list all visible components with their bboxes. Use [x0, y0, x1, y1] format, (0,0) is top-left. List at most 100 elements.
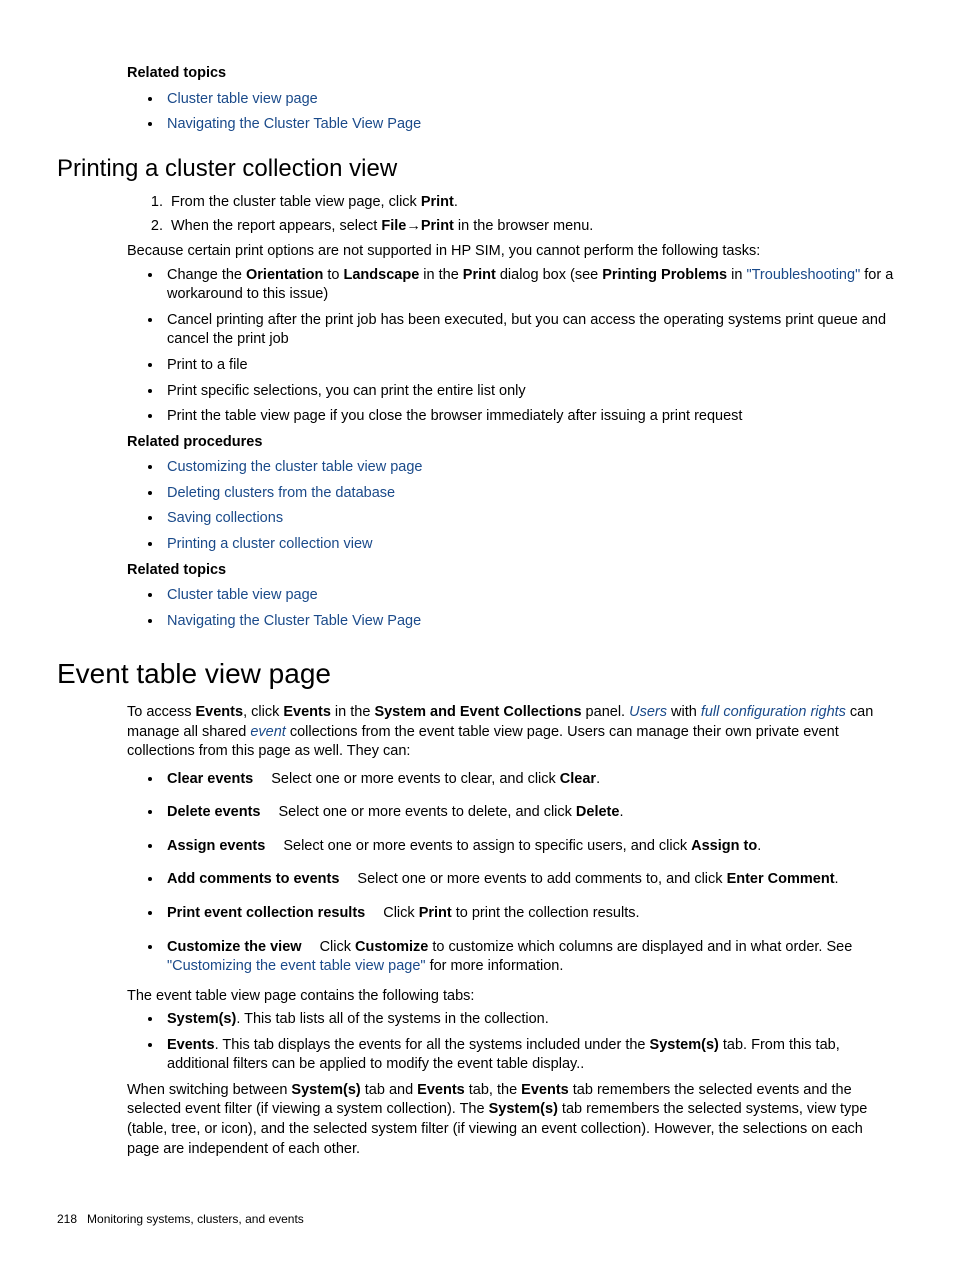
list-item: Change the Orientation to Landscape in t… — [163, 266, 897, 305]
text: to — [323, 267, 343, 283]
list-item: Customize the viewClick Customize to cus… — [163, 938, 897, 977]
link-troubleshooting[interactable]: "Troubleshooting" — [746, 267, 860, 283]
link-navigating-cluster[interactable]: Navigating the Cluster Table View Page — [167, 116, 421, 132]
text: panel. — [582, 704, 630, 720]
link-navigating-cluster[interactable]: Navigating the Cluster Table View Page — [167, 613, 421, 629]
text: to print the collection results. — [452, 905, 640, 921]
related-procedures-heading: Related procedures — [127, 433, 897, 453]
term-event: event — [250, 724, 285, 740]
text: Click — [383, 905, 418, 921]
list-item: Add comments to events Select one or more… — [163, 870, 897, 890]
text: From the cluster table view page, click — [171, 194, 421, 210]
text: in the — [419, 267, 463, 283]
link-cluster-table-view[interactable]: Cluster table view page — [167, 587, 318, 603]
heading-event-table: Event table view page — [57, 655, 897, 693]
term-full-config-rights: full configuration rights — [701, 704, 846, 720]
action-title: Print event collection results — [167, 905, 365, 921]
paragraph: To access Events, click Events in the Sy… — [127, 703, 897, 762]
text-bold: Events — [521, 1082, 569, 1098]
page-footer: 218 Monitoring systems, clusters, and ev… — [57, 1211, 304, 1227]
list-item: Print to a file — [163, 356, 897, 376]
list-item: Saving collections — [163, 509, 897, 529]
chapter-title: Monitoring systems, clusters, and events — [87, 1212, 304, 1226]
text: to customize which columns are displayed… — [428, 939, 852, 955]
link-customizing-event-table[interactable]: "Customizing the event table view page" — [167, 958, 426, 974]
list-item: Assign eventsSelect one or more events t… — [163, 837, 897, 857]
list-item: Events. This tab displays the events for… — [163, 1036, 897, 1075]
text: Select one or more events to clear, and … — [271, 771, 560, 787]
text: Select one or more events to add comment… — [357, 871, 726, 887]
text-bold: System(s) — [291, 1082, 360, 1098]
text-bold: System(s) — [489, 1101, 558, 1117]
text-bold: Landscape — [344, 267, 420, 283]
list-item: Navigating the Cluster Table View Page — [163, 612, 897, 632]
text: . — [619, 804, 623, 820]
text-bold: Events — [167, 1037, 215, 1053]
text: tab, the — [465, 1082, 521, 1098]
list-item: Customizing the cluster table view page — [163, 458, 897, 478]
list-item: Delete events Select one or more events t… — [163, 803, 897, 823]
text-bold: System(s) — [650, 1037, 719, 1053]
page-number: 218 — [57, 1212, 77, 1226]
link-cluster-table-view[interactable]: Cluster table view page — [167, 91, 318, 107]
action-title: Add comments to events — [167, 871, 339, 887]
text-bold: Printing Problems — [602, 267, 727, 283]
list-item: Cancel printing after the print job has … — [163, 311, 897, 350]
text: tab and — [361, 1082, 417, 1098]
heading-printing-cluster: Printing a cluster collection view — [57, 153, 897, 185]
list-item: Deleting clusters from the database — [163, 484, 897, 504]
text-bold: Delete — [576, 804, 620, 820]
text-bold: File — [381, 218, 406, 234]
text: . — [454, 194, 458, 210]
related-topics-heading: Related topics — [127, 561, 897, 581]
list-item: System(s). This tab lists all of the sys… — [163, 1010, 897, 1030]
text: in — [727, 267, 746, 283]
link-customizing-cluster[interactable]: Customizing the cluster table view page — [167, 459, 423, 475]
link-deleting-clusters[interactable]: Deleting clusters from the database — [167, 485, 395, 501]
text: . — [596, 771, 600, 787]
text: . This tab displays the events for all t… — [215, 1037, 650, 1053]
text: Change the — [167, 267, 246, 283]
text: in the browser menu. — [454, 218, 593, 234]
text: , click — [243, 704, 283, 720]
text: dialog box (see — [496, 267, 602, 283]
text: . — [757, 838, 761, 854]
text-bold: Print — [421, 218, 454, 234]
text: Click — [320, 939, 355, 955]
text-bold: Orientation — [246, 267, 323, 283]
arrow-icon: → — [406, 218, 421, 234]
text-bold: System(s) — [167, 1011, 236, 1027]
text: . — [835, 871, 839, 887]
text-bold: Clear — [560, 771, 596, 787]
text: When switching between — [127, 1082, 291, 1098]
paragraph: The event table view page contains the f… — [127, 987, 897, 1007]
text: for more information. — [426, 958, 564, 974]
text: . This tab lists all of the systems in t… — [236, 1011, 548, 1027]
text-bold: Events — [196, 704, 244, 720]
text: When the report appears, select — [171, 218, 381, 234]
list-item: Print specific selections, you can print… — [163, 382, 897, 402]
list-item: Print event collection results Click Prin… — [163, 904, 897, 924]
paragraph: When switching between System(s) tab and… — [127, 1081, 897, 1159]
text-bold: Assign to — [691, 838, 757, 854]
list-item: Navigating the Cluster Table View Page — [163, 115, 897, 135]
action-title: Clear events — [167, 771, 253, 787]
list-item: Cluster table view page — [163, 586, 897, 606]
step-1: From the cluster table view page, click … — [167, 193, 897, 213]
paragraph: Because certain print options are not su… — [127, 242, 897, 262]
text: in the — [331, 704, 375, 720]
list-item: Cluster table view page — [163, 90, 897, 110]
text: To access — [127, 704, 196, 720]
text-bold: Print — [419, 905, 452, 921]
action-title: Assign events — [167, 838, 265, 854]
list-item: Printing a cluster collection view — [163, 535, 897, 555]
text: Select one or more events to delete, and… — [279, 804, 576, 820]
link-saving-collections[interactable]: Saving collections — [167, 510, 283, 526]
term-users: Users — [629, 704, 667, 720]
text-bold: Events — [417, 1082, 465, 1098]
related-topics-heading: Related topics — [127, 64, 897, 84]
action-title: Delete events — [167, 804, 261, 820]
text-bold: Events — [283, 704, 331, 720]
link-printing-cluster[interactable]: Printing a cluster collection view — [167, 536, 373, 552]
list-item: Clear events Select one or more events to… — [163, 770, 897, 790]
